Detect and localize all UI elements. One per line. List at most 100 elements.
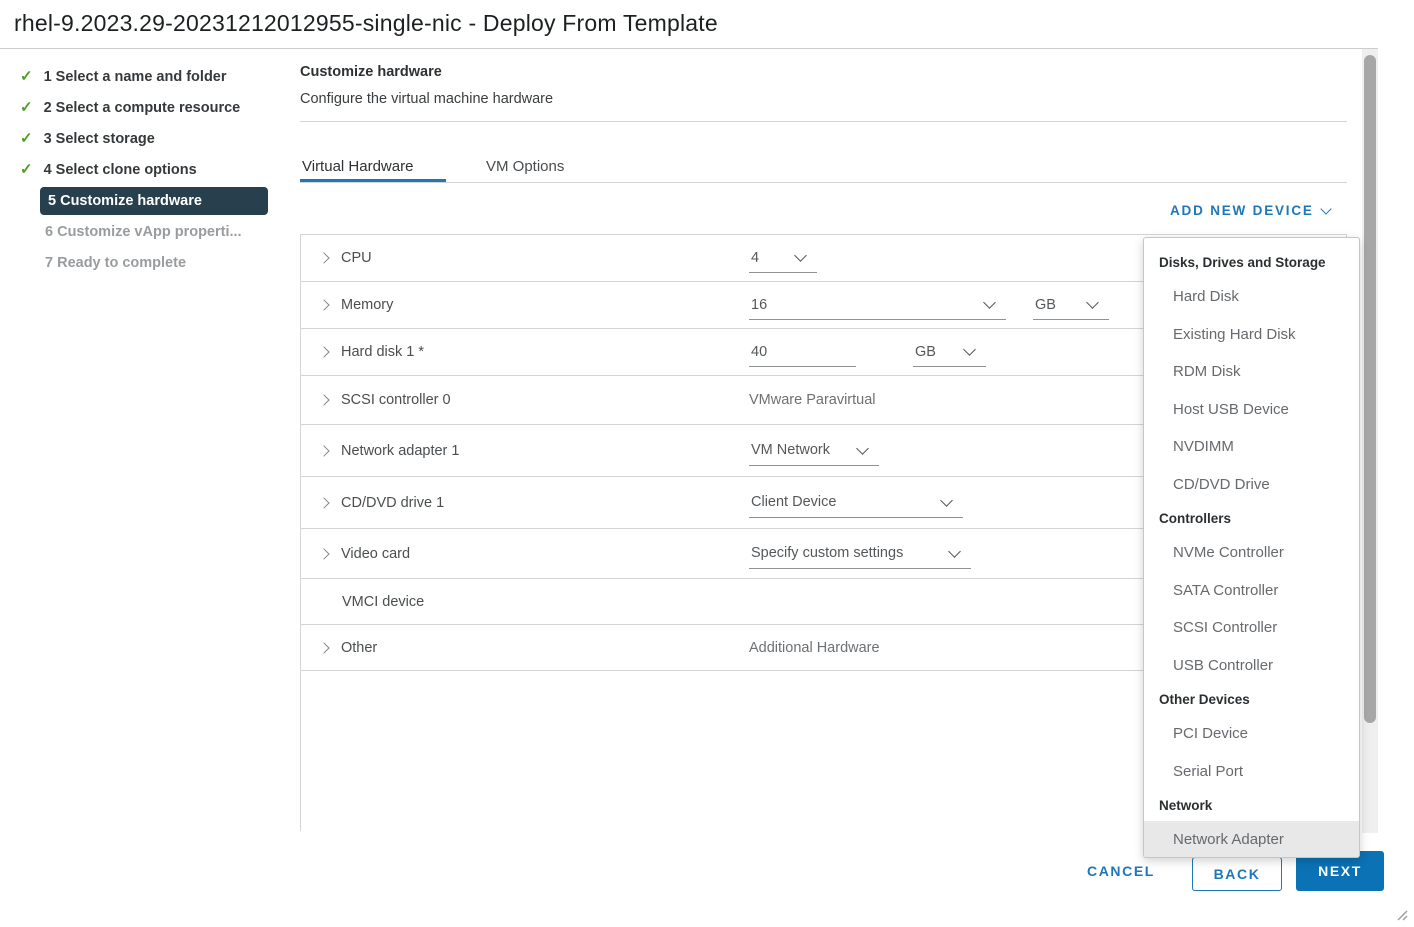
- chevron-right-icon[interactable]: [318, 394, 329, 405]
- chevron-right-icon[interactable]: [318, 548, 329, 559]
- row-label: CPU: [341, 250, 372, 266]
- wizard-step-select-a-name-and-folder[interactable]: ✓ 1 Select a name and folder: [0, 61, 292, 92]
- cancel-button[interactable]: CANCEL: [1087, 863, 1155, 879]
- cd-dvd-drive-1-select[interactable]: Client Device: [749, 488, 963, 518]
- step-label: 7 Ready to complete: [45, 255, 186, 271]
- wizard-step-select-storage[interactable]: ✓ 3 Select storage: [0, 123, 292, 154]
- cpu-select-value: 4: [751, 250, 759, 266]
- page-title: Customize hardware: [300, 64, 442, 80]
- wizard-step-customize-vapp-properti: 6 Customize vApp properti...: [0, 216, 292, 247]
- video-card-select[interactable]: Specify custom settings: [749, 539, 971, 569]
- add-device-menu: Disks, Drives and StorageHard DiskExisti…: [1143, 237, 1360, 858]
- wizard-steps: ✓ 1 Select a name and folder ✓ 2 Select a c…: [0, 61, 292, 278]
- menu-item-rdm-disk[interactable]: RDM Disk: [1144, 353, 1359, 391]
- row-value: VMware Paravirtual: [749, 376, 876, 424]
- row-label: Network adapter 1: [341, 443, 459, 459]
- tabs-divider: [300, 182, 1347, 183]
- row-value: Additional Hardware: [749, 625, 880, 670]
- step-label: 3 Select storage: [44, 131, 155, 147]
- chevron-right-icon[interactable]: [318, 299, 329, 310]
- other-value-text: Additional Hardware: [749, 640, 880, 656]
- tab-vm-options[interactable]: VM Options: [486, 158, 564, 175]
- menu-item-nvme-controller[interactable]: NVMe Controller: [1144, 534, 1359, 572]
- memory-unit-select[interactable]: GB: [1033, 290, 1109, 320]
- wizard-step-select-a-compute-resource[interactable]: ✓ 2 Select a compute resource: [0, 92, 292, 123]
- row-label: VMCI device: [342, 594, 424, 610]
- chevron-down-icon: [963, 343, 976, 356]
- step-label: 2 Select a compute resource: [44, 100, 241, 116]
- menu-item-hard-disk[interactable]: Hard Disk: [1144, 278, 1359, 316]
- chevron-down-icon: [983, 296, 996, 309]
- chevron-down-icon: [1320, 203, 1331, 214]
- check-icon: ✓: [20, 131, 33, 146]
- chevron-right-icon[interactable]: [318, 497, 329, 508]
- menu-section-controllers: Controllers: [1144, 503, 1359, 534]
- row-value: VM Network: [749, 425, 879, 476]
- network-adapter-1-select-value: VM Network: [751, 442, 830, 458]
- row-label: Video card: [341, 546, 410, 562]
- page-subtitle: Configure the virtual machine hardware: [300, 91, 553, 107]
- check-icon: ✓: [20, 162, 33, 177]
- menu-item-network-adapter[interactable]: Network Adapter: [1144, 821, 1359, 858]
- chevron-right-icon[interactable]: [318, 445, 329, 456]
- cpu-select[interactable]: 4: [749, 243, 817, 273]
- check-icon: ✓: [20, 69, 33, 84]
- hard-disk-1-input[interactable]: 40: [749, 337, 856, 367]
- hard-disk-1-unit-select-value: GB: [915, 344, 936, 360]
- menu-section-disks-drives-and-storage: Disks, Drives and Storage: [1144, 247, 1359, 278]
- menu-item-scsi-controller[interactable]: SCSI Controller: [1144, 609, 1359, 647]
- chevron-down-icon: [794, 249, 807, 262]
- wizard-step-select-clone-options[interactable]: ✓ 4 Select clone options: [0, 154, 292, 185]
- menu-item-usb-controller[interactable]: USB Controller: [1144, 647, 1359, 685]
- memory-unit-select-value: GB: [1035, 297, 1056, 313]
- cd-dvd-drive-1-select-value: Client Device: [751, 494, 836, 510]
- chevron-down-icon: [948, 545, 961, 558]
- menu-item-sata-controller[interactable]: SATA Controller: [1144, 572, 1359, 610]
- menu-item-serial-port[interactable]: Serial Port: [1144, 753, 1359, 791]
- title-divider: [0, 48, 1378, 49]
- row-value: Specify custom settings: [749, 529, 971, 578]
- step-label: 5 Customize hardware: [48, 193, 202, 209]
- menu-section-network: Network: [1144, 790, 1359, 821]
- chevron-down-icon: [856, 442, 869, 455]
- chevron-right-icon[interactable]: [318, 346, 329, 357]
- row-value: 4: [749, 235, 817, 281]
- row-value: 16 GB: [749, 282, 1109, 328]
- menu-item-existing-hard-disk[interactable]: Existing Hard Disk: [1144, 316, 1359, 354]
- menu-item-nvdimm[interactable]: NVDIMM: [1144, 428, 1359, 466]
- menu-item-pci-device[interactable]: PCI Device: [1144, 715, 1359, 753]
- row-value: Client Device: [749, 477, 963, 528]
- tab-virtual-hardware[interactable]: Virtual Hardware: [302, 158, 413, 175]
- step-label: 1 Select a name and folder: [44, 69, 227, 85]
- hard-disk-1-unit-select[interactable]: GB: [913, 337, 986, 367]
- chevron-right-icon[interactable]: [318, 642, 329, 653]
- back-button[interactable]: BACK: [1192, 857, 1282, 891]
- network-adapter-1-select[interactable]: VM Network: [749, 436, 879, 466]
- dialog-title: rhel-9.2023.29-20231212012955-single-nic…: [14, 10, 718, 37]
- chevron-right-icon[interactable]: [318, 252, 329, 263]
- scsi-controller-0-value-text: VMware Paravirtual: [749, 392, 876, 408]
- scrollbar-thumb[interactable]: [1364, 55, 1376, 723]
- step-label: 6 Customize vApp properti...: [45, 224, 242, 240]
- video-card-select-value: Specify custom settings: [751, 545, 903, 561]
- row-label: Other: [341, 640, 377, 656]
- chevron-down-icon: [940, 494, 953, 507]
- scrollbar[interactable]: [1362, 49, 1378, 833]
- row-value: 40 GB: [749, 329, 986, 375]
- row-label: CD/DVD drive 1: [341, 495, 444, 511]
- wizard-step-ready-to-complete: 7 Ready to complete: [0, 247, 292, 278]
- menu-section-other-devices: Other Devices: [1144, 684, 1359, 715]
- menu-item-cd-dvd-drive[interactable]: CD/DVD Drive: [1144, 466, 1359, 504]
- add-new-device-button[interactable]: ADD NEW DEVICE: [1170, 203, 1330, 218]
- row-label: Memory: [341, 297, 393, 313]
- row-label: Hard disk 1 *: [341, 344, 424, 360]
- check-icon: ✓: [20, 100, 33, 115]
- row-label: SCSI controller 0: [341, 392, 451, 408]
- hard-disk-1-input-value: 40: [751, 344, 767, 360]
- memory-combobox[interactable]: 16: [749, 290, 1006, 320]
- memory-combobox-value: 16: [751, 297, 767, 313]
- wizard-step-customize-hardware[interactable]: 5 Customize hardware: [40, 187, 268, 215]
- step-label: 4 Select clone options: [44, 162, 197, 178]
- resize-handle-icon[interactable]: [1395, 908, 1408, 921]
- menu-item-host-usb-device[interactable]: Host USB Device: [1144, 391, 1359, 429]
